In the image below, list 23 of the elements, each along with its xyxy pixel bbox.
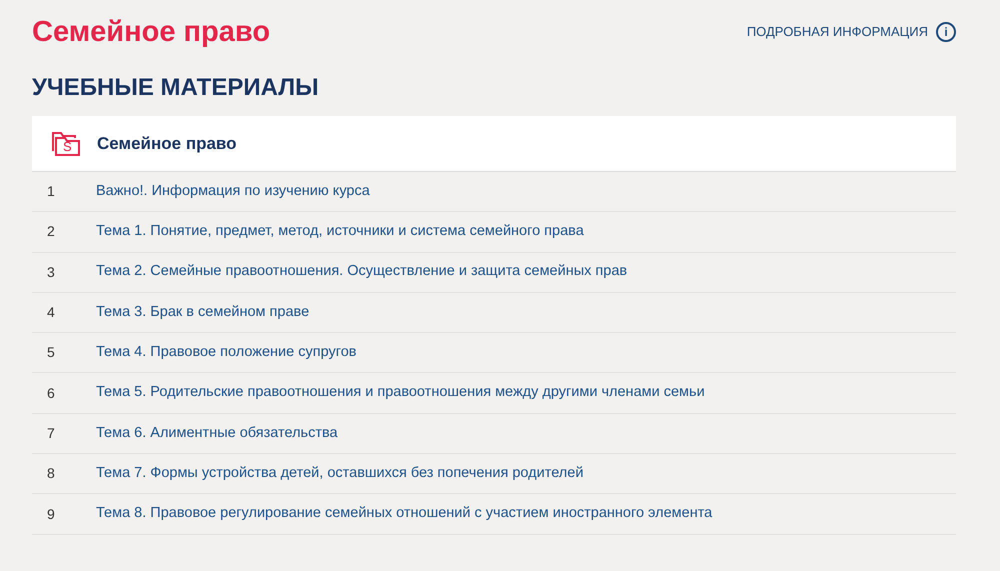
material-link[interactable]: Тема 7. Формы устройства детей, оставшихся без попечения родителей <box>96 462 584 485</box>
info-link[interactable]: ПОДРОБНАЯ ИНФОРМАЦИЯ i <box>746 22 956 42</box>
material-link[interactable]: Тема 6. Алиментные обязательства <box>96 422 338 444</box>
row-number: 7 <box>46 424 56 443</box>
material-link[interactable]: Тема 2. Семейные правоотношения. Осуществление и защита семейных прав <box>96 261 628 284</box>
page-title: Семейное право <box>32 15 270 50</box>
row-number: 2 <box>46 222 56 242</box>
row-number: 5 <box>46 343 56 362</box>
material-link[interactable]: Тема 1. Понятие, предмет, метод, источники и система семейного права <box>96 221 584 243</box>
material-link[interactable]: Важно!. Информация по изучению курса <box>96 180 370 203</box>
material-link[interactable]: Тема 3. Брак в семейном праве <box>96 302 310 324</box>
row-number: 4 <box>46 303 56 322</box>
row-number: 1 <box>46 182 56 202</box>
row-number: 9 <box>46 504 56 524</box>
row-number: 6 <box>46 384 56 403</box>
material-link[interactable]: Тема 4. Правовое положение супругов <box>96 342 356 364</box>
row-number: 3 <box>46 262 56 282</box>
course-title: Семейное право <box>97 132 237 155</box>
row-number: 8 <box>46 464 56 484</box>
material-link[interactable]: Тема 5. Родительские правоотношения и правоотношения между другими членами семьи <box>96 382 705 404</box>
material-link[interactable]: Тема 8. Правовое регулирование семейных отношений с участием иностранного элемента <box>96 503 712 525</box>
info-icon: i <box>936 22 956 42</box>
section-heading: УЧЕБНЫЕ МАТЕРИАЛЫ <box>32 73 320 103</box>
